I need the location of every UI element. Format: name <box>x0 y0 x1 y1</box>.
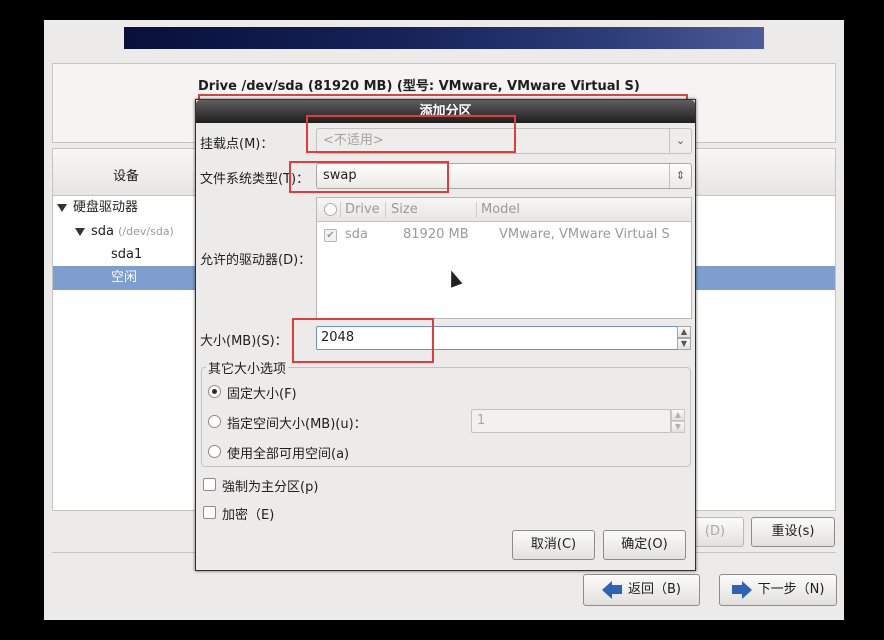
back-button[interactable]: 返回（B) <box>583 574 700 606</box>
column-header-drive[interactable]: Drive <box>345 198 380 222</box>
drive-cell: sda <box>345 227 368 242</box>
arrow-stem <box>612 585 622 594</box>
column-divider <box>476 202 477 218</box>
tree-row-sublabel: (/dev/sda) <box>118 225 174 238</box>
arrow-left-icon <box>602 580 612 599</box>
ok-button[interactable]: 确定(O) <box>603 530 686 560</box>
chevron-down-icon: ⌄ <box>669 129 691 153</box>
tree-row-label: sda <box>91 224 114 239</box>
drive-checkbox[interactable]: ✔ <box>324 229 337 242</box>
fill-all-radio[interactable] <box>208 445 221 458</box>
tree-row-label: 硬盘驱动器 <box>73 200 139 215</box>
force-primary-label[interactable]: 強制为主分区(p) <box>222 476 318 495</box>
column-header-device[interactable]: 设备 <box>113 165 139 184</box>
other-size-options-label: 其它大小选项 <box>206 358 289 377</box>
encrypt-checkbox[interactable] <box>203 506 216 519</box>
spin-up-icon[interactable]: ▲ <box>677 326 691 338</box>
back-button-label: 返回（B) <box>628 582 681 597</box>
max-size-input[interactable]: 1 <box>471 409 671 433</box>
mount-point-label: 挂载点(M)： <box>200 137 274 152</box>
spin-down-icon[interactable]: ▼ <box>677 338 691 350</box>
allowed-drives-label: 允许的驱动器(D)： <box>200 253 312 268</box>
spin-up-icon[interactable]: ▲ <box>671 409 685 421</box>
cancel-button[interactable]: 取消(C) <box>512 530 595 560</box>
next-button-label: 下一步（N) <box>757 582 825 597</box>
model-cell: VMware, VMware Virtual S <box>499 227 670 242</box>
spin-down-icon[interactable]: ▼ <box>671 421 685 433</box>
fill-to-max-label[interactable]: 指定空间大小(MB)(u)： <box>227 413 367 432</box>
encrypt-label[interactable]: 加密（E) <box>222 504 274 523</box>
updown-chevron-icon: ⇕ <box>669 164 691 188</box>
reset-button[interactable]: 重设(s) <box>751 517 835 547</box>
highlight-size <box>292 318 434 363</box>
size-label: 大小(MB)(S)： <box>200 334 288 349</box>
allowed-drives-table[interactable]: Drive Size Model ✔ sda 81920 MB VMware, … <box>316 197 692 319</box>
column-divider <box>385 202 386 218</box>
expander-down-icon[interactable] <box>75 227 85 236</box>
highlight-fs-type <box>289 161 449 193</box>
fill-to-max-radio[interactable] <box>208 415 221 428</box>
drive-title: Drive /dev/sda (81920 MB) (型号: VMware, V… <box>198 79 640 94</box>
size-cell: 81920 MB <box>403 227 469 242</box>
fill-all-label[interactable]: 使用全部可用空间(a) <box>227 443 349 462</box>
installer-banner <box>124 27 764 49</box>
arrow-right-icon <box>741 580 752 599</box>
force-primary-checkbox[interactable] <box>203 478 216 491</box>
arrow-stem <box>731 585 742 594</box>
fixed-size-label[interactable]: 固定大小(F) <box>227 383 297 402</box>
tree-row-label: 空闲 <box>111 270 138 285</box>
column-header-size[interactable]: Size <box>391 198 418 222</box>
column-header-model[interactable]: Model <box>481 198 520 222</box>
drives-table-header: Drive Size Model <box>317 198 691 222</box>
column-divider <box>340 202 341 218</box>
highlight-mount-point <box>306 115 516 153</box>
tree-row-label: sda1 <box>111 247 143 262</box>
select-all-radio[interactable] <box>324 203 337 216</box>
expander-down-icon[interactable] <box>57 203 67 212</box>
fixed-size-radio[interactable] <box>208 385 221 398</box>
next-button[interactable]: 下一步（N) <box>719 574 837 606</box>
